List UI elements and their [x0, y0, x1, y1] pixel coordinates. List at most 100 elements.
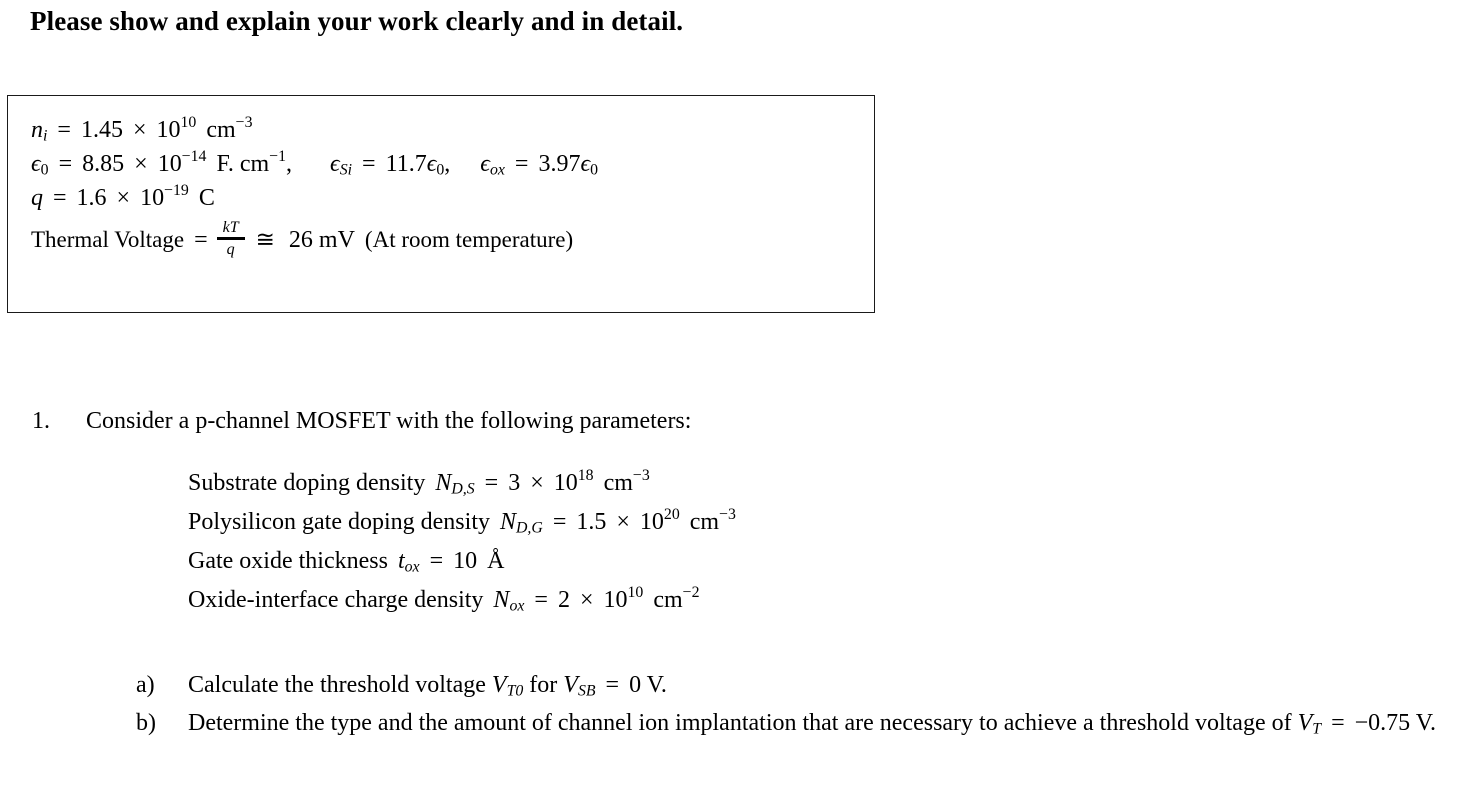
parameter-mantissa: 1.5	[576, 509, 607, 535]
epsox-value: 3.97	[538, 151, 581, 177]
thermal-voltage-equals: =	[194, 226, 208, 253]
q-exponent: −19	[164, 182, 189, 200]
parameter-equals: =	[534, 587, 548, 613]
eps0-comma: ,	[286, 151, 293, 177]
vt-subscript: T	[1312, 720, 1322, 738]
sub-question-a: a) Calculate the threshold voltage VT0 f…	[136, 666, 1446, 704]
thermal-voltage-label: Thermal Voltage	[31, 227, 185, 252]
epssi-value: 11.7	[385, 151, 427, 177]
sub-question-text-after: 0 V.	[629, 672, 667, 698]
sub-question-text-before: Determine the type and the amount of cha…	[188, 710, 1292, 736]
parameter-substrate-doping-density: Substrate doping density ND,S = 3 × 1018 cm−3	[188, 464, 736, 503]
parameter-unit: cm	[689, 509, 720, 535]
eps0-subscript: 0	[40, 161, 49, 179]
q-mantissa: 1.6	[76, 185, 107, 211]
parameter-unit: cm	[653, 587, 683, 613]
epsox-subscript: ox	[489, 161, 505, 179]
sub-question-marker: b)	[136, 710, 156, 736]
parameter-equals: =	[429, 548, 444, 574]
parameter-label: Oxide-interface charge density	[188, 587, 484, 613]
parameter-unit-exponent: −2	[682, 584, 700, 602]
parameter-exponent: 18	[577, 467, 594, 485]
eps0-mantissa: 8.85	[82, 151, 125, 177]
q-equals: =	[53, 185, 67, 211]
sub-question-text-after: −0.75 V.	[1354, 710, 1436, 736]
approximately-equal-icon: ≅	[255, 227, 275, 252]
ni-base: 10	[156, 117, 181, 143]
parameter-exponent: 10	[627, 584, 644, 602]
eps0-times: ×	[134, 151, 148, 177]
eps0-exponent: −14	[181, 148, 207, 166]
epssi-equals: =	[362, 151, 376, 177]
eps0-base: 10	[157, 151, 182, 177]
sub-question-body: Determine the type and the amount of cha…	[188, 704, 1446, 742]
parameter-subscript: ox	[509, 597, 525, 615]
epsox-symbol: ϵ	[480, 151, 490, 177]
parameter-base: 10	[639, 509, 664, 535]
parameter-label: Substrate doping density	[188, 470, 426, 496]
fraction-denominator: q	[226, 241, 235, 258]
ni-unit-exponent: −3	[235, 114, 253, 132]
parameter-label: Polysilicon gate doping density	[188, 509, 490, 535]
parameter-base: 10	[603, 587, 628, 613]
fraction-numerator: kT	[222, 219, 239, 236]
epsox-unit-subscript: 0	[590, 161, 599, 179]
epssi-symbol: ϵ	[330, 151, 340, 177]
parameter-exponent: 20	[663, 506, 680, 524]
ni-unit: cm	[206, 117, 236, 143]
parameter-mantissa: 3	[508, 470, 521, 496]
sub-question-body: Calculate the threshold voltage VT0 for …	[188, 666, 1446, 704]
constant-line-thermal-voltage: Thermal Voltage = kT q ≅ 26 mV (At room tem…	[31, 219, 868, 259]
parameter-list: Substrate doping density ND,S = 3 × 1018 cm−3 …	[188, 464, 736, 620]
epsox-equals: =	[514, 151, 529, 177]
vsb-subscript: SB	[577, 682, 596, 700]
parameter-equals: =	[552, 509, 567, 535]
page-title: Please show and explain your work clearl…	[30, 6, 684, 36]
eps0-equals: =	[58, 151, 73, 177]
q-times: ×	[116, 185, 131, 211]
parameter-times: ×	[579, 587, 594, 613]
sub-question-list: a) Calculate the threshold voltage VT0 f…	[136, 666, 1446, 742]
parameter-unit-exponent: −3	[719, 506, 736, 524]
parameter-symbol: N	[499, 509, 516, 535]
vt0-symbol: V	[491, 672, 507, 698]
parameter-mantissa: 10	[453, 548, 478, 574]
parameter-times: ×	[530, 470, 544, 496]
sub-question-equals: =	[1331, 710, 1345, 736]
ni-times: ×	[132, 117, 147, 143]
parameter-unit: cm	[603, 470, 633, 496]
parameter-times: ×	[616, 509, 630, 535]
ni-exponent: 10	[180, 114, 197, 132]
sub-question-marker: a)	[136, 672, 155, 698]
parameter-gate-oxide-thickness: Gate oxide thickness tox = 10 Å	[188, 542, 736, 581]
parameter-mantissa: 2	[557, 587, 570, 613]
q-base: 10	[140, 185, 165, 211]
epsox-unit: ϵ	[580, 151, 591, 177]
ni-symbol: n	[31, 117, 43, 143]
sub-question-text-before: Calculate the threshold voltage	[188, 672, 486, 698]
sub-question-text-middle: for	[529, 672, 558, 698]
eps0-symbol: ϵ	[31, 151, 41, 177]
question-number: 1.	[32, 408, 50, 434]
constants-box: ni = 1.45 × 1010 cm−3 ϵ0 = 8.85 × 10−14 F. cm−1, ϵS…	[7, 95, 875, 313]
parameter-subscript: D,G	[516, 519, 543, 537]
parameter-oxide-interface-charge-density: Oxide-interface charge density Nox = 2 × 1010…	[188, 581, 736, 620]
vsb-symbol: V	[563, 672, 578, 698]
parameter-base: 10	[553, 470, 578, 496]
eps0-unit: F. cm	[216, 151, 270, 177]
thermal-voltage-note: (At room temperature)	[364, 227, 574, 252]
kt-over-q-fraction: kT q	[216, 219, 245, 258]
parameter-label: Gate oxide thickness	[188, 548, 388, 574]
sub-question-b: b) Determine the type and the amount of …	[136, 704, 1446, 742]
parameter-unit-exponent: −3	[632, 467, 650, 485]
eps0-unit-exponent: −1	[269, 148, 287, 166]
parameter-symbol: N	[435, 470, 452, 496]
parameter-polysilicon-gate-doping-density: Polysilicon gate doping density ND,G = 1.5 ×…	[188, 503, 736, 542]
parameter-symbol: t	[397, 548, 405, 574]
parameter-equals: =	[484, 470, 499, 496]
epssi-unit: ϵ	[426, 151, 437, 177]
ni-mantissa: 1.45	[80, 117, 123, 143]
parameter-subscript: D,S	[451, 480, 475, 498]
constants-box-content: ni = 1.45 × 1010 cm−3 ϵ0 = 8.85 × 10−14 F. cm−1, ϵS…	[31, 113, 868, 259]
constant-line-intrinsic-concentration: ni = 1.45 × 1010 cm−3	[31, 113, 868, 147]
